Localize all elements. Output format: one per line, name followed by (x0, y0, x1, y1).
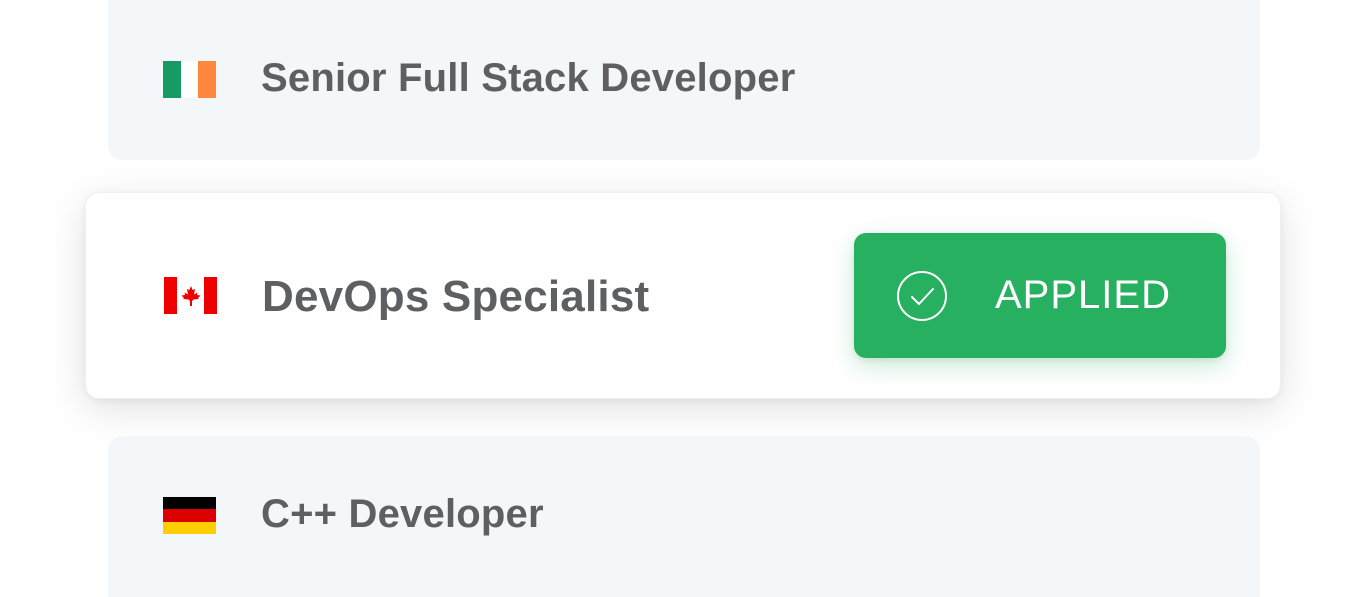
canada-flag-icon (164, 277, 217, 314)
job-card-senior-full-stack-developer[interactable]: Senior Full Stack Developer (108, 0, 1260, 160)
check-circle-icon (897, 271, 947, 321)
job-title: Senior Full Stack Developer (261, 56, 796, 100)
job-title: DevOps Specialist (262, 272, 650, 321)
job-title: C++ Developer (261, 492, 544, 536)
job-card-devops-specialist[interactable]: DevOps Specialist APPLIED (85, 192, 1281, 399)
germany-flag-icon (163, 497, 216, 534)
status-label: APPLIED (995, 273, 1171, 317)
ireland-flag-icon (163, 61, 216, 98)
applied-status-button[interactable]: APPLIED (854, 233, 1226, 358)
job-card-cpp-developer[interactable]: C++ Developer (108, 436, 1260, 597)
job-list: Senior Full Stack Developer DevOps Speci… (0, 0, 1366, 597)
maple-leaf-icon (181, 285, 200, 306)
